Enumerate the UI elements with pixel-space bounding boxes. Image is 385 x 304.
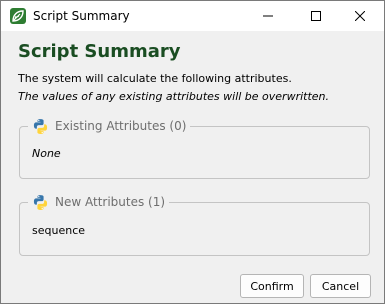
close-icon [355,11,365,21]
python-icon [33,118,48,134]
title-bar[interactable]: Script Summary [1,1,384,31]
overwrite-warning-text: The values of any existing attributes wi… [18,90,330,103]
description-text: The system will calculate the following … [18,72,292,85]
new-attributes-legend: New Attributes (1) [28,192,170,212]
new-attributes-group: New Attributes (1) sequence [19,192,370,256]
new-attributes-label: New Attributes (1) [55,195,166,209]
new-attributes-value: sequence [32,224,86,237]
dialog-window: Script Summary Script Summary The system… [0,0,385,304]
existing-attributes-legend: Existing Attributes (0) [28,116,191,136]
maximize-icon [311,11,321,21]
minimize-button[interactable] [251,1,285,31]
window-title: Script Summary [33,9,130,23]
existing-attributes-group: Existing Attributes (0) None [19,116,370,179]
minimize-icon [263,15,273,17]
close-button[interactable] [343,1,377,31]
leaf-app-icon [10,8,26,24]
cancel-button[interactable]: Cancel [310,274,371,298]
existing-attributes-label: Existing Attributes (0) [55,119,187,133]
confirm-button[interactable]: Confirm [240,274,304,298]
maximize-button[interactable] [299,1,333,31]
page-title: Script Summary [18,41,181,62]
python-icon [33,194,48,210]
existing-attributes-value: None [32,147,61,160]
